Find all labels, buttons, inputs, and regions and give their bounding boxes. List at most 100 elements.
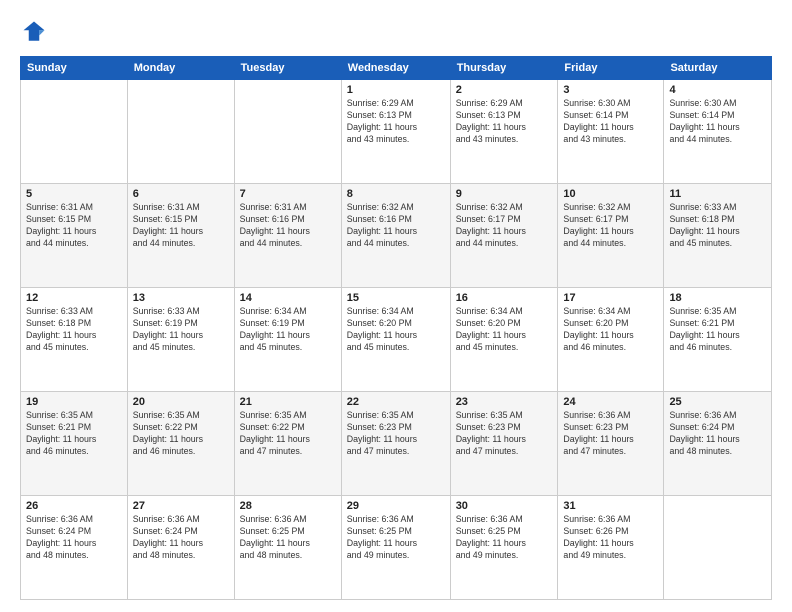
- week-row-5: 26 Sunrise: 6:36 AM Sunset: 6:24 PM Dayli…: [21, 496, 772, 600]
- calendar-cell: 19Sunrise: 6:35 AM Sunset: 6:21 PM Dayli…: [21, 392, 128, 496]
- calendar-cell: 10Sunrise: 6:32 AM Sunset: 6:17 PM Dayli…: [558, 184, 664, 288]
- day-info: Sunrise: 6:34 AM Sunset: 6:20 PM Dayligh…: [347, 306, 417, 352]
- day-number: 18: [669, 292, 766, 304]
- day-number: 24: [563, 396, 658, 408]
- day-number: 14: [240, 292, 336, 304]
- calendar-cell: 5 Sunrise: 6:31 AM Sunset: 6:15 PM Daylig…: [21, 184, 128, 288]
- calendar-cell: 24 Sunrise: 6:36 AM Sunset: 6:23 PM Dayli…: [558, 392, 664, 496]
- day-number: 20: [133, 396, 229, 408]
- day-info: Sunrise: 6:35 AM Sunset: 6:23 PM Dayligh…: [456, 410, 526, 456]
- day-number: 28: [240, 500, 336, 512]
- week-row-4: 19Sunrise: 6:35 AM Sunset: 6:21 PM Dayli…: [21, 392, 772, 496]
- day-number: 5: [26, 188, 122, 200]
- calendar-cell: 8 Sunrise: 6:32 AM Sunset: 6:16 PM Daylig…: [341, 184, 450, 288]
- calendar-cell: 16 Sunrise: 6:34 AM Sunset: 6:20 PM Dayli…: [450, 288, 558, 392]
- week-row-2: 5 Sunrise: 6:31 AM Sunset: 6:15 PM Daylig…: [21, 184, 772, 288]
- day-info: Sunrise: 6:36 AM Sunset: 6:24 PM Dayligh…: [669, 410, 739, 456]
- day-number: 15: [347, 292, 445, 304]
- day-info: Sunrise: 6:29 AM Sunset: 6:13 PM Dayligh…: [347, 98, 417, 144]
- day-number: 4: [669, 84, 766, 96]
- weekday-header-monday: Monday: [127, 57, 234, 80]
- day-number: 29: [347, 500, 445, 512]
- day-info: Sunrise: 6:30 AM Sunset: 6:14 PM Dayligh…: [669, 98, 739, 144]
- day-number: 31: [563, 500, 658, 512]
- calendar-cell: 22 Sunrise: 6:35 AM Sunset: 6:23 PM Dayli…: [341, 392, 450, 496]
- calendar-cell: 3 Sunrise: 6:30 AM Sunset: 6:14 PM Daylig…: [558, 80, 664, 184]
- calendar-cell: 20 Sunrise: 6:35 AM Sunset: 6:22 PM Dayli…: [127, 392, 234, 496]
- calendar-cell: 11Sunrise: 6:33 AM Sunset: 6:18 PM Dayli…: [664, 184, 772, 288]
- day-info: Sunrise: 6:34 AM Sunset: 6:19 PM Dayligh…: [240, 306, 310, 352]
- weekday-header-wednesday: Wednesday: [341, 57, 450, 80]
- day-number: 21: [240, 396, 336, 408]
- day-number: 26: [26, 500, 122, 512]
- day-info: Sunrise: 6:32 AM Sunset: 6:16 PM Dayligh…: [347, 202, 417, 248]
- calendar-cell: 21 Sunrise: 6:35 AM Sunset: 6:22 PM Dayli…: [234, 392, 341, 496]
- day-info: Sunrise: 6:35 AM Sunset: 6:22 PM Dayligh…: [133, 410, 203, 456]
- day-number: 11: [669, 188, 766, 200]
- calendar-cell: 6Sunrise: 6:31 AM Sunset: 6:15 PM Daylig…: [127, 184, 234, 288]
- day-number: 30: [456, 500, 553, 512]
- calendar-cell: 9Sunrise: 6:32 AM Sunset: 6:17 PM Daylig…: [450, 184, 558, 288]
- calendar-cell: 4 Sunrise: 6:30 AM Sunset: 6:14 PM Daylig…: [664, 80, 772, 184]
- calendar-cell: 17Sunrise: 6:34 AM Sunset: 6:20 PM Dayli…: [558, 288, 664, 392]
- weekday-header-sunday: Sunday: [21, 57, 128, 80]
- calendar-cell: 25 Sunrise: 6:36 AM Sunset: 6:24 PM Dayli…: [664, 392, 772, 496]
- calendar-cell: 18 Sunrise: 6:35 AM Sunset: 6:21 PM Dayli…: [664, 288, 772, 392]
- weekday-header-tuesday: Tuesday: [234, 57, 341, 80]
- day-number: 17: [563, 292, 658, 304]
- day-number: 12: [26, 292, 122, 304]
- day-number: 13: [133, 292, 229, 304]
- calendar-cell: 7Sunrise: 6:31 AM Sunset: 6:16 PM Daylig…: [234, 184, 341, 288]
- calendar-cell: 27 Sunrise: 6:36 AM Sunset: 6:24 PM Dayli…: [127, 496, 234, 600]
- day-number: 2: [456, 84, 553, 96]
- calendar-table: SundayMondayTuesdayWednesdayThursdayFrid…: [20, 56, 772, 600]
- day-number: 25: [669, 396, 766, 408]
- day-info: Sunrise: 6:29 AM Sunset: 6:13 PM Dayligh…: [456, 98, 526, 144]
- day-info: Sunrise: 6:36 AM Sunset: 6:25 PM Dayligh…: [456, 514, 526, 560]
- weekday-header-saturday: Saturday: [664, 57, 772, 80]
- header: [20, 18, 772, 46]
- calendar-cell: [127, 80, 234, 184]
- day-info: Sunrise: 6:35 AM Sunset: 6:22 PM Dayligh…: [240, 410, 310, 456]
- day-number: 27: [133, 500, 229, 512]
- calendar-cell: 15 Sunrise: 6:34 AM Sunset: 6:20 PM Dayli…: [341, 288, 450, 392]
- calendar-header: SundayMondayTuesdayWednesdayThursdayFrid…: [21, 57, 772, 80]
- day-info: Sunrise: 6:33 AM Sunset: 6:19 PM Dayligh…: [133, 306, 203, 352]
- day-number: 22: [347, 396, 445, 408]
- day-number: 19: [26, 396, 122, 408]
- day-info: Sunrise: 6:35 AM Sunset: 6:23 PM Dayligh…: [347, 410, 417, 456]
- day-number: 10: [563, 188, 658, 200]
- day-number: 8: [347, 188, 445, 200]
- day-number: 16: [456, 292, 553, 304]
- calendar-cell: 12Sunrise: 6:33 AM Sunset: 6:18 PM Dayli…: [21, 288, 128, 392]
- day-info: Sunrise: 6:36 AM Sunset: 6:24 PM Dayligh…: [133, 514, 203, 560]
- day-info: Sunrise: 6:35 AM Sunset: 6:21 PM Dayligh…: [669, 306, 739, 352]
- logo: [20, 18, 52, 46]
- day-number: 6: [133, 188, 229, 200]
- logo-icon: [20, 18, 48, 46]
- day-number: 3: [563, 84, 658, 96]
- week-row-3: 12Sunrise: 6:33 AM Sunset: 6:18 PM Dayli…: [21, 288, 772, 392]
- day-info: Sunrise: 6:36 AM Sunset: 6:25 PM Dayligh…: [347, 514, 417, 560]
- calendar-cell: 31 Sunrise: 6:36 AM Sunset: 6:26 PM Dayli…: [558, 496, 664, 600]
- calendar-cell: 30 Sunrise: 6:36 AM Sunset: 6:25 PM Dayli…: [450, 496, 558, 600]
- calendar-cell: 29 Sunrise: 6:36 AM Sunset: 6:25 PM Dayli…: [341, 496, 450, 600]
- day-number: 23: [456, 396, 553, 408]
- weekday-row: SundayMondayTuesdayWednesdayThursdayFrid…: [21, 57, 772, 80]
- page: SundayMondayTuesdayWednesdayThursdayFrid…: [0, 0, 792, 612]
- day-info: Sunrise: 6:36 AM Sunset: 6:25 PM Dayligh…: [240, 514, 310, 560]
- calendar-cell: [234, 80, 341, 184]
- calendar-cell: 1Sunrise: 6:29 AM Sunset: 6:13 PM Daylig…: [341, 80, 450, 184]
- calendar-cell: [21, 80, 128, 184]
- weekday-header-thursday: Thursday: [450, 57, 558, 80]
- calendar-body: 1Sunrise: 6:29 AM Sunset: 6:13 PM Daylig…: [21, 80, 772, 600]
- calendar-cell: 23 Sunrise: 6:35 AM Sunset: 6:23 PM Dayli…: [450, 392, 558, 496]
- day-info: Sunrise: 6:31 AM Sunset: 6:16 PM Dayligh…: [240, 202, 310, 248]
- calendar-cell: 14 Sunrise: 6:34 AM Sunset: 6:19 PM Dayli…: [234, 288, 341, 392]
- day-info: Sunrise: 6:36 AM Sunset: 6:23 PM Dayligh…: [563, 410, 633, 456]
- day-info: Sunrise: 6:30 AM Sunset: 6:14 PM Dayligh…: [563, 98, 633, 144]
- calendar-cell: 28 Sunrise: 6:36 AM Sunset: 6:25 PM Dayli…: [234, 496, 341, 600]
- day-info: Sunrise: 6:36 AM Sunset: 6:26 PM Dayligh…: [563, 514, 633, 560]
- day-info: Sunrise: 6:34 AM Sunset: 6:20 PM Dayligh…: [456, 306, 526, 352]
- day-info: Sunrise: 6:31 AM Sunset: 6:15 PM Dayligh…: [26, 202, 96, 248]
